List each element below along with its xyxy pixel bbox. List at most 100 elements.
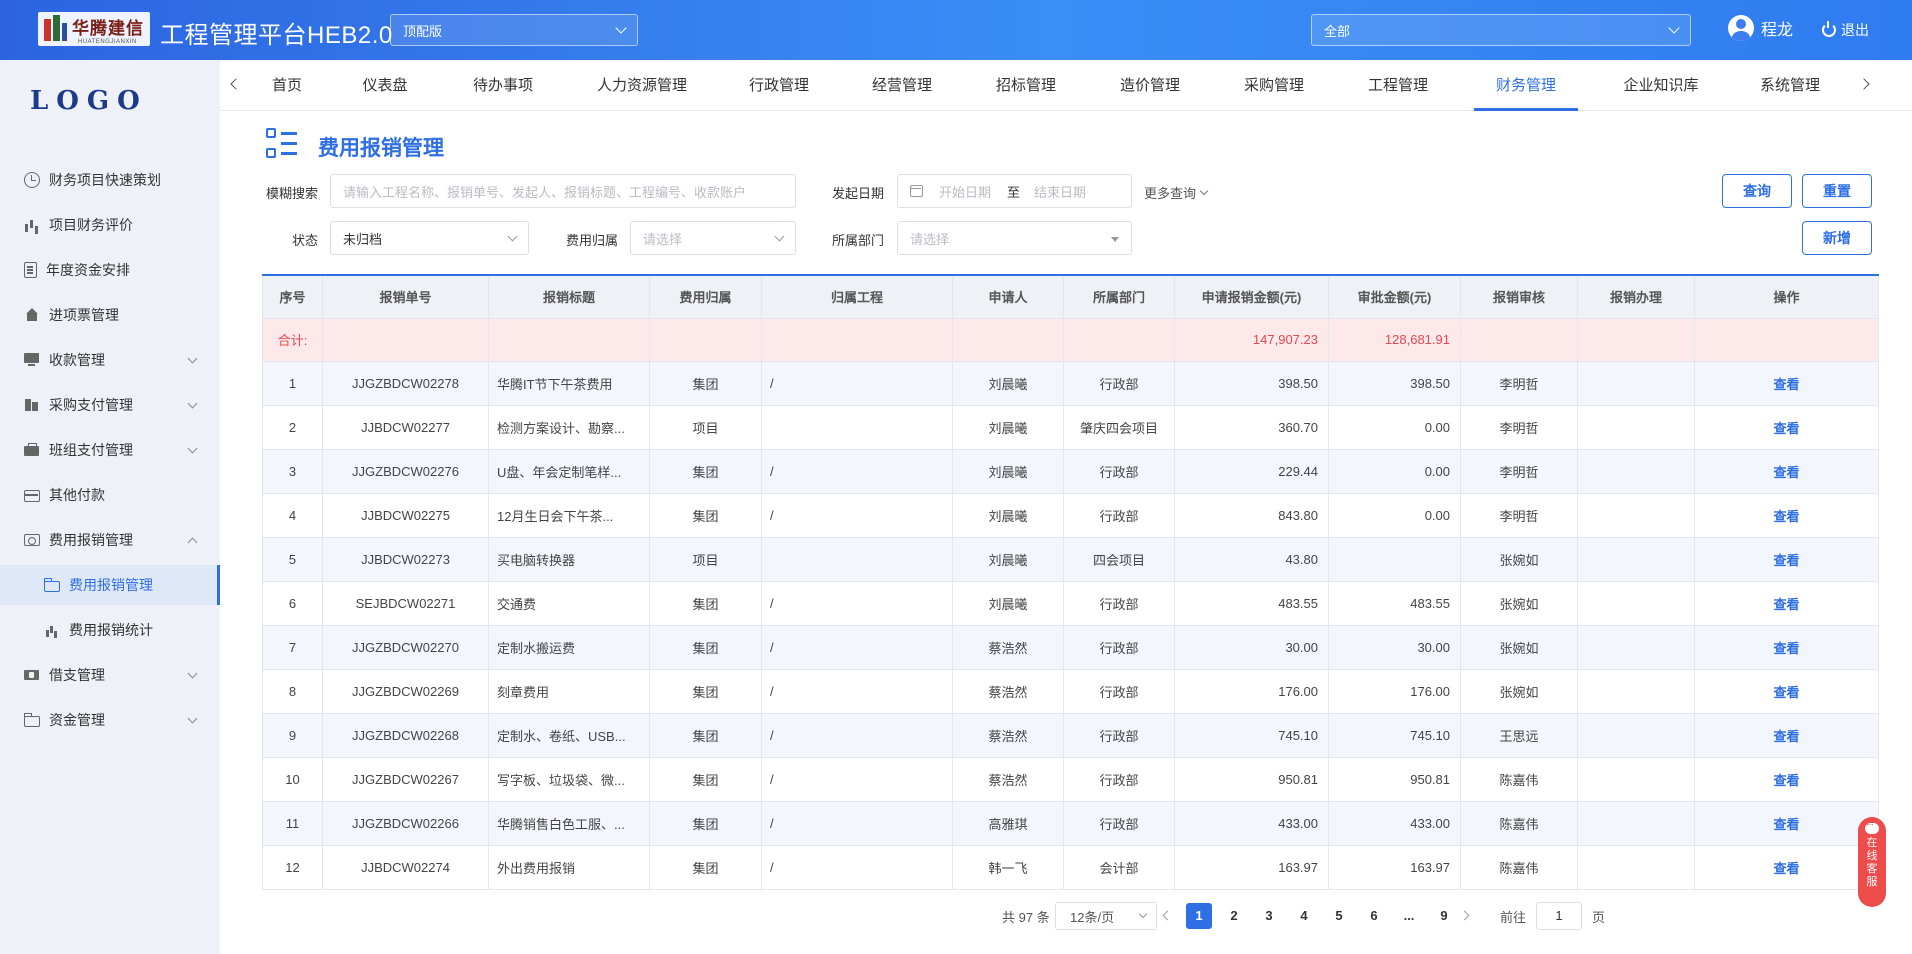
expense-number: JJGZBDCW02266 [322, 800, 489, 846]
view-link[interactable]: 查看 [1694, 580, 1879, 626]
tab-finance[interactable]: 财务管理 [1474, 60, 1578, 111]
sidebar-item-expense-manage[interactable]: 费用报销管理 [0, 565, 220, 605]
date-range-picker[interactable]: 开始日期 至 结束日期 [897, 174, 1132, 208]
page-2[interactable]: 2 [1221, 903, 1247, 929]
sidebar-item-evaluation[interactable]: 项目财务评价 [0, 205, 220, 245]
more-query-toggle[interactable]: 更多查询 [1144, 183, 1209, 202]
tab-bidding[interactable]: 招标管理 [990, 60, 1062, 111]
scope-select[interactable]: 全部 [1311, 14, 1691, 46]
page-size-select[interactable]: 12条/页 [1055, 902, 1157, 930]
chevron-left-icon[interactable] [230, 78, 242, 90]
column-header: 报销审核 [1460, 274, 1578, 319]
tab-hr[interactable]: 人力资源管理 [590, 60, 694, 111]
query-button[interactable]: 查询 [1722, 174, 1792, 208]
page-4[interactable]: 4 [1291, 903, 1317, 929]
sidebar-logo: LOGO [30, 86, 148, 116]
sidebar-item-receipts[interactable]: 收款管理 [0, 340, 220, 380]
view-link[interactable]: 查看 [1694, 492, 1879, 538]
expense-belong-select[interactable]: 请选择 [630, 221, 796, 255]
approve-amount: 398.50 [1328, 360, 1461, 406]
apply-amount: 950.81 [1174, 756, 1329, 802]
expense-title: 定制水搬运费 [488, 624, 650, 670]
tab-dashboard[interactable]: 仪表盘 [353, 60, 417, 111]
department: 四会项目 [1063, 536, 1175, 582]
handler [1577, 404, 1695, 450]
logout-button[interactable]: 退出 [1822, 20, 1869, 40]
folder-icon [43, 578, 60, 592]
reviewer: 张婉如 [1460, 536, 1578, 582]
sidebar-item-funds[interactable]: 资金管理 [0, 700, 220, 740]
expense-belong: 集团 [649, 668, 762, 714]
sidebar-item-input-invoice[interactable]: 进项票管理 [0, 295, 220, 335]
view-link[interactable]: 查看 [1694, 756, 1879, 802]
page-6[interactable]: 6 [1361, 903, 1387, 929]
status-select[interactable]: 未归档 [330, 221, 529, 255]
expense-belong: 集团 [649, 360, 762, 406]
column-header: 序号 [262, 274, 323, 319]
view-link[interactable]: 查看 [1694, 800, 1879, 846]
sidebar-item-loan[interactable]: 借支管理 [0, 655, 220, 695]
online-service-label: 在线客服 [1866, 837, 1878, 888]
online-service-button[interactable]: 在线客服 [1858, 817, 1886, 907]
edition-select[interactable]: 顶配版 [390, 14, 638, 46]
page-1[interactable]: 1 [1186, 903, 1212, 929]
bar-chart-icon [24, 217, 40, 233]
sidebar-item-expense-stats[interactable]: 费用报销统计 [0, 610, 220, 650]
expense-title: U盘、年会定制笔样... [488, 448, 650, 494]
table-row: 3 JJGZBDCW02276 U盘、年会定制笔样... 集团 / 刘晨曦 行政部 229.4… [262, 448, 1879, 494]
tab-business[interactable]: 经营管理 [866, 60, 938, 111]
applicant: 刘晨曦 [952, 448, 1064, 494]
applicant: 刘晨曦 [952, 360, 1064, 406]
page-9[interactable]: 9 [1431, 903, 1457, 929]
page-5[interactable]: 5 [1326, 903, 1352, 929]
chevron-right-icon[interactable] [1858, 78, 1870, 90]
user-menu[interactable]: 程龙 [1728, 15, 1793, 41]
expense-number: JJBDCW02275 [322, 492, 489, 538]
expense-belong: 集团 [649, 800, 762, 846]
tab-engineering[interactable]: 工程管理 [1362, 60, 1434, 111]
reviewer: 陈嘉伟 [1460, 800, 1578, 846]
view-link[interactable]: 查看 [1694, 668, 1879, 714]
tab-purchase[interactable]: 采购管理 [1238, 60, 1310, 111]
tab-system[interactable]: 系统管理 [1754, 60, 1826, 111]
sidebar-item-quick-plan[interactable]: 财务项目快速策划 [0, 160, 220, 200]
view-link[interactable]: 查看 [1694, 360, 1879, 406]
add-button[interactable]: 新增 [1802, 221, 1872, 255]
expense-number: JJGZBDCW02270 [322, 624, 489, 670]
tab-admin[interactable]: 行政管理 [743, 60, 815, 111]
apply-amount: 229.44 [1174, 448, 1329, 494]
reset-button[interactable]: 重置 [1802, 174, 1872, 208]
sidebar-item-expense[interactable]: 费用报销管理 [0, 520, 220, 560]
page-3[interactable]: 3 [1256, 903, 1282, 929]
tab-todo[interactable]: 待办事项 [463, 60, 543, 111]
page-ellipsis[interactable]: ... [1396, 903, 1422, 929]
expense-title: 刻章费用 [488, 668, 650, 714]
sidebar-item-purchase-pay[interactable]: 采购支付管理 [0, 385, 220, 425]
view-link[interactable]: 查看 [1694, 844, 1879, 890]
view-link[interactable]: 查看 [1694, 448, 1879, 494]
handler [1577, 800, 1695, 846]
expense-title: 交通费 [488, 580, 650, 626]
handler [1577, 448, 1695, 494]
main-content: 费用报销管理 模糊搜索 请输入工程名称、报销单号、发起人、报销标题、工程编号、收… [220, 111, 1912, 954]
sidebar-item-team-pay[interactable]: 班组支付管理 [0, 430, 220, 470]
expense-title: 外出费用报销 [488, 844, 650, 890]
expense-belong: 集团 [649, 756, 762, 802]
row-index: 10 [262, 756, 323, 802]
fuzzy-search-input[interactable]: 请输入工程名称、报销单号、发起人、报销标题、工程编号、收款账户 [330, 174, 796, 208]
prev-page-icon[interactable] [1162, 910, 1173, 921]
sidebar-item-annual-funds[interactable]: 年度资金安排 [0, 250, 220, 290]
view-link[interactable]: 查看 [1694, 536, 1879, 582]
view-link[interactable]: 查看 [1694, 404, 1879, 450]
department-select[interactable]: 请选择 [897, 221, 1132, 255]
sidebar-item-other-pay[interactable]: 其他付款 [0, 475, 220, 515]
next-page-icon[interactable] [1459, 910, 1470, 921]
tab-knowledge[interactable]: 企业知识库 [1616, 60, 1706, 111]
tab-home[interactable]: 首页 [260, 60, 314, 111]
chevron-down-icon [187, 353, 198, 364]
view-link[interactable]: 查看 [1694, 712, 1879, 758]
app-title: 工程管理平台HEB2.0 [160, 22, 393, 49]
goto-page-input[interactable]: 1 [1536, 902, 1582, 930]
tab-cost[interactable]: 造价管理 [1114, 60, 1186, 111]
view-link[interactable]: 查看 [1694, 624, 1879, 670]
